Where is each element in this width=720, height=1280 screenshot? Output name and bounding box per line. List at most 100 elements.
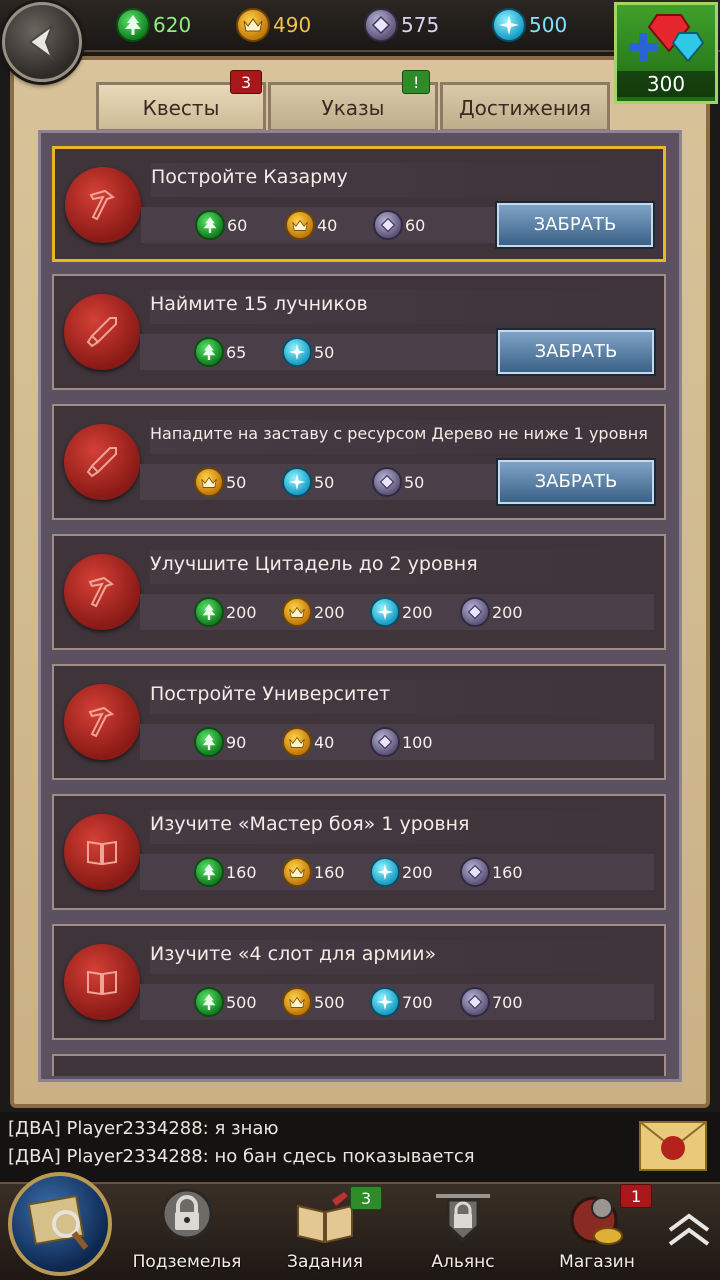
chat-panel[interactable]: [ДВА] Player2334288: я знаю [ДВА] Player… — [0, 1112, 720, 1182]
quest-rewards: 200 200 200 200 — [140, 594, 654, 630]
reward-amount: 700 — [402, 992, 433, 1012]
tree-icon — [194, 987, 224, 1017]
nav-dungeons[interactable]: Подземелья — [128, 1186, 246, 1276]
decrees-badge: ! — [402, 70, 431, 94]
chevron-up-icon[interactable] — [664, 1206, 714, 1256]
tree-icon — [194, 597, 224, 627]
alliance-lock-icon — [436, 1194, 490, 1243]
world-map-button[interactable] — [8, 1172, 112, 1276]
mana-resource: 500 — [492, 8, 567, 42]
mana-star-icon — [282, 467, 312, 497]
hammer-seal-icon — [64, 684, 140, 760]
reward-amount: 160 — [226, 862, 257, 882]
stone-icon — [373, 210, 403, 240]
reward-amount: 200 — [402, 602, 433, 622]
crown-icon — [282, 857, 312, 887]
crown-icon — [282, 597, 312, 627]
quest-item: Постройте Казарму 60 40 60 ЗАБРАТЬ — [52, 146, 666, 262]
reward-amount: 160 — [314, 862, 345, 882]
stone-icon — [372, 467, 402, 497]
wood-resource: 620 — [116, 8, 191, 42]
crown-icon — [282, 987, 312, 1017]
quest-title: Изучите «Мастер боя» 1 уровня — [150, 810, 654, 844]
reward-amount: 90 — [226, 732, 247, 752]
claim-button[interactable]: ЗАБРАТЬ — [498, 460, 654, 504]
gems-shop-button[interactable]: 300 — [614, 2, 718, 104]
back-arrow-icon — [28, 23, 55, 61]
reward-mana: 50 — [282, 336, 334, 368]
book-seal-icon — [64, 814, 140, 890]
reward-mana: 50 — [282, 466, 334, 498]
reward-stone: 100 — [370, 726, 433, 758]
nav-label: Альянс — [431, 1252, 495, 1272]
quest-title: Изучите «4 слот для армии» — [150, 940, 654, 974]
nav-label: Магазин — [559, 1252, 635, 1272]
tab-achievements[interactable]: Достижения — [440, 82, 610, 132]
reward-mana: 200 — [370, 596, 433, 628]
reward-amount: 200 — [492, 602, 523, 622]
quest-title: Постройте Университет — [150, 680, 654, 714]
gold-resource: 490 — [236, 8, 311, 42]
reward-amount: 40 — [317, 215, 338, 235]
chat-message: [ДВА] Player2334288: я знаю — [8, 1118, 279, 1139]
reward-gold: 500 — [282, 986, 345, 1018]
wood-amount: 620 — [153, 13, 192, 37]
mana-amount: 500 — [529, 13, 568, 37]
quest-title: Нападите на заставу с ресурсом Дерево не… — [150, 420, 654, 454]
claim-button[interactable]: ЗАБРАТЬ — [497, 203, 653, 247]
mana-star-icon — [370, 857, 400, 887]
reward-amount: 160 — [492, 862, 523, 882]
crown-icon — [282, 727, 312, 757]
reward-stone: 50 — [372, 466, 424, 498]
claim-button[interactable]: ЗАБРАТЬ — [498, 330, 654, 374]
back-button[interactable] — [2, 2, 82, 82]
mail-letter-icon[interactable] — [638, 1116, 708, 1174]
reward-wood: 500 — [194, 986, 257, 1018]
reward-amount: 500 — [226, 992, 257, 1012]
tree-icon — [194, 337, 224, 367]
gold-amount: 490 — [273, 13, 312, 37]
gems-count: 300 — [617, 71, 715, 97]
quest-title: Постройте Казарму — [151, 163, 653, 197]
crown-icon — [194, 467, 224, 497]
stone-icon — [364, 8, 398, 42]
reward-amount: 700 — [492, 992, 523, 1012]
tree-icon — [195, 210, 225, 240]
stone-icon — [460, 597, 490, 627]
sword-seal-icon — [64, 294, 140, 370]
reward-mana: 200 — [370, 856, 433, 888]
map-magnifier-icon — [27, 1194, 89, 1250]
reward-gold: 200 — [282, 596, 345, 628]
reward-gold: 50 — [194, 466, 246, 498]
reward-amount: 50 — [404, 472, 425, 492]
reward-gold: 40 — [285, 209, 337, 241]
chat-message: [ДВА] Player2334288: но бан сдесь показы… — [8, 1146, 475, 1167]
reward-stone: 60 — [373, 209, 425, 241]
reward-amount: 200 — [402, 862, 433, 882]
stone-icon — [460, 857, 490, 887]
book-seal-icon — [64, 944, 140, 1020]
reward-mana: 700 — [370, 986, 433, 1018]
tree-icon — [194, 857, 224, 887]
mana-star-icon — [370, 597, 400, 627]
reward-wood: 90 — [194, 726, 246, 758]
reward-amount: 60 — [227, 215, 248, 235]
reward-amount: 50 — [314, 342, 335, 362]
quest-rewards: 500 500 700 700 — [140, 984, 654, 1020]
locked-padlock-icon — [161, 1188, 213, 1240]
mana-star-icon — [492, 8, 526, 42]
reward-amount: 60 — [405, 215, 426, 235]
tasks-badge: 3 — [350, 1186, 383, 1210]
reward-amount: 100 — [402, 732, 433, 752]
reward-wood: 60 — [195, 209, 247, 241]
reward-stone: 700 — [460, 986, 523, 1018]
quest-title: Наймите 15 лучников — [150, 290, 654, 324]
hammer-seal-icon — [65, 167, 141, 243]
reward-amount: 200 — [314, 602, 345, 622]
quest-item: Изучите «Мастер боя» 1 уровня 160 160 20… — [52, 794, 666, 910]
nav-label: Задания — [287, 1252, 363, 1272]
nav-alliance[interactable]: Альянс — [404, 1186, 522, 1276]
quest-item: Улучшите Цитадель до 2 уровня 200 200 20… — [52, 534, 666, 650]
reward-wood: 160 — [194, 856, 257, 888]
sword-seal-icon — [64, 424, 140, 500]
